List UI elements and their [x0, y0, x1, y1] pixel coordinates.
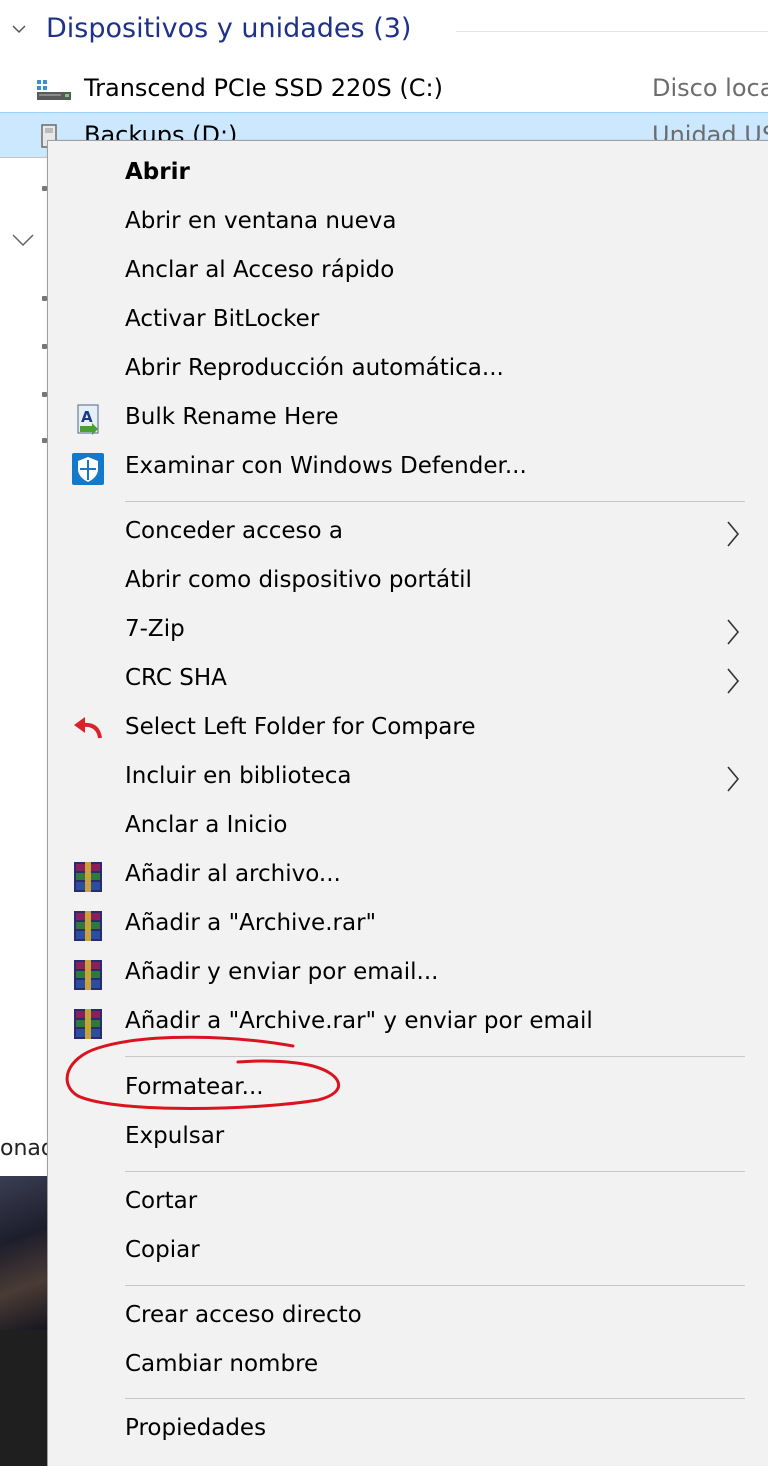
menu-separator — [125, 1285, 745, 1286]
menu-item-label: CRC SHA — [125, 665, 227, 691]
menu-item-anclar-acceso-rapido[interactable]: Anclar al Acceso rápido — [48, 248, 767, 297]
menu-item-anadir-archive-rar-email[interactable]: Añadir a "Archive.rar" y enviar por emai… — [48, 999, 767, 1048]
menu-item-abrir[interactable]: Abrir — [48, 150, 767, 199]
menu-item-copiar[interactable]: Copiar — [48, 1228, 767, 1277]
menu-item-dispositivo-portatil[interactable]: Abrir como dispositivo portátil — [48, 558, 767, 607]
menu-item-label: 7-Zip — [125, 616, 185, 642]
menu-item-conceder-acceso[interactable]: Conceder acceso a — [48, 509, 767, 558]
svg-text:A: A — [81, 408, 93, 426]
menu-item-propiedades[interactable]: Propiedades — [48, 1406, 767, 1455]
section-title: Dispositivos y unidades (3) — [46, 13, 412, 44]
menu-item-windows-defender[interactable]: Examinar con Windows Defender... — [48, 444, 767, 493]
section-divider — [456, 31, 768, 32]
menu-item-label: Anclar a Inicio — [125, 812, 288, 838]
menu-item-anclar-inicio[interactable]: Anclar a Inicio — [48, 803, 767, 852]
chevron-down-icon[interactable] — [12, 234, 34, 246]
chevron-right-icon — [727, 619, 740, 645]
winrar-icon — [74, 911, 102, 941]
menu-item-label: Abrir Reproducción automática... — [125, 355, 504, 381]
menu-item-label: Abrir en ventana nueva — [125, 208, 397, 234]
background-thumbnail — [0, 1176, 48, 1330]
menu-item-label: Conceder acceso a — [125, 518, 344, 544]
menu-item-formatear[interactable]: Formatear... — [48, 1065, 767, 1114]
menu-item-crc-sha[interactable]: CRC SHA — [48, 656, 767, 705]
menu-item-anadir-archivo[interactable]: Añadir al archivo... — [48, 852, 767, 901]
menu-item-label: Propiedades — [125, 1415, 267, 1441]
menu-item-incluir-biblioteca[interactable]: Incluir en biblioteca — [48, 754, 767, 803]
context-menu: Abrir Abrir en ventana nueva Anclar al A… — [47, 140, 768, 1466]
menu-separator — [125, 501, 745, 502]
menu-item-reproduccion-automatica[interactable]: Abrir Reproducción automática... — [48, 346, 767, 395]
menu-item-label: Incluir en biblioteca — [125, 763, 352, 789]
chevron-right-icon — [727, 668, 740, 694]
menu-item-label: Examinar con Windows Defender... — [125, 453, 527, 479]
menu-item-crear-acceso-directo[interactable]: Crear acceso directo — [48, 1293, 767, 1342]
menu-item-label: Crear acceso directo — [125, 1302, 362, 1328]
menu-item-label: Añadir a "Archive.rar" y enviar por emai… — [125, 1008, 593, 1034]
menu-separator — [125, 1056, 745, 1057]
chevron-down-icon[interactable] — [12, 22, 26, 36]
menu-item-label: Activar BitLocker — [125, 306, 320, 332]
winrar-icon — [74, 862, 102, 892]
menu-item-label: Expulsar — [125, 1123, 225, 1149]
menu-item-expulsar[interactable]: Expulsar — [48, 1114, 767, 1163]
menu-item-anadir-archive-rar[interactable]: Añadir a "Archive.rar" — [48, 901, 767, 950]
background-thumbnail — [0, 1330, 48, 1466]
menu-item-label: Abrir — [125, 159, 190, 185]
menu-separator — [125, 1398, 745, 1399]
menu-item-label: Cortar — [125, 1188, 198, 1214]
menu-item-label: Select Left Folder for Compare — [125, 714, 476, 740]
devices-section-header[interactable]: Dispositivos y unidades (3) — [0, 0, 768, 62]
menu-item-activar-bitlocker[interactable]: Activar BitLocker — [48, 297, 767, 346]
menu-item-abrir-ventana-nueva[interactable]: Abrir en ventana nueva — [48, 199, 767, 248]
windows-defender-icon — [72, 453, 104, 485]
drive-type: Disco loca — [652, 74, 768, 102]
menu-item-cortar[interactable]: Cortar — [48, 1179, 767, 1228]
drive-name: Transcend PCIe SSD 220S (C:) — [84, 74, 443, 102]
menu-item-label: Copiar — [125, 1237, 200, 1263]
drive-row-c[interactable]: Transcend PCIe SSD 220S (C:) Disco loca — [0, 66, 768, 112]
chevron-right-icon — [727, 766, 740, 792]
menu-item-7zip[interactable]: 7-Zip — [48, 607, 767, 656]
menu-item-cambiar-nombre[interactable]: Cambiar nombre — [48, 1342, 767, 1391]
menu-item-label: Bulk Rename Here — [125, 404, 339, 430]
compare-undo-icon — [74, 717, 102, 739]
menu-separator — [125, 1171, 745, 1172]
winrar-icon — [74, 1009, 102, 1039]
menu-item-label: Cambiar nombre — [125, 1351, 319, 1377]
bulk-rename-icon: A — [77, 404, 99, 435]
ssd-drive-icon — [37, 80, 71, 100]
menu-item-bulk-rename[interactable]: A Bulk Rename Here — [48, 395, 767, 444]
menu-item-select-left-folder[interactable]: Select Left Folder for Compare — [48, 705, 767, 754]
menu-item-label: Añadir a "Archive.rar" — [125, 910, 377, 936]
menu-item-label: Abrir como dispositivo portátil — [125, 567, 472, 593]
winrar-icon — [74, 960, 102, 990]
chevron-right-icon — [727, 521, 740, 547]
menu-item-label: Anclar al Acceso rápido — [125, 257, 395, 283]
menu-item-label: Añadir y enviar por email... — [125, 959, 439, 985]
menu-item-label: Añadir al archivo... — [125, 861, 341, 887]
menu-item-label: Formatear... — [125, 1074, 264, 1100]
menu-item-anadir-enviar-email[interactable]: Añadir y enviar por email... — [48, 950, 767, 999]
